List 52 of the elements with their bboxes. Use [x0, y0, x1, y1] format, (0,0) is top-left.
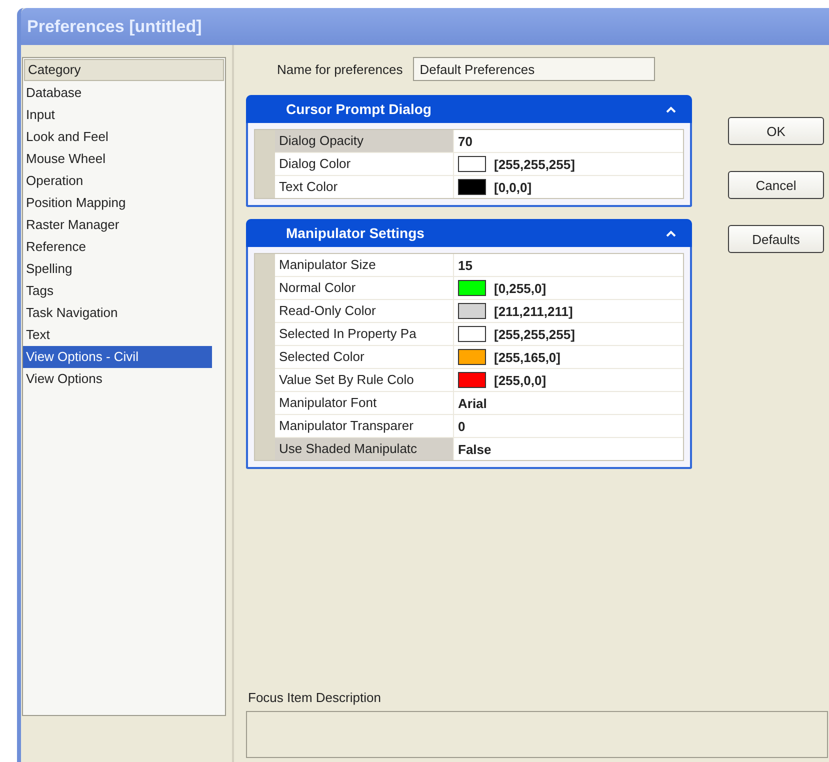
- property-label[interactable]: Value Set By Rule Colo: [275, 369, 454, 391]
- category-item[interactable]: Operation: [23, 170, 212, 192]
- caret-icon[interactable]: [666, 230, 676, 236]
- category-item[interactable]: Look and Feel: [23, 126, 212, 148]
- category-item[interactable]: Raster Manager: [23, 214, 212, 236]
- property-value: [0,255,0]: [494, 280, 546, 296]
- category-item[interactable]: Mouse Wheel: [23, 148, 212, 170]
- property-label[interactable]: Normal Color: [275, 277, 454, 299]
- property-label[interactable]: Text Color: [275, 176, 454, 198]
- category-item[interactable]: Spelling: [23, 258, 212, 280]
- category-item[interactable]: Reference: [23, 236, 212, 258]
- property-value: 0: [458, 418, 466, 434]
- description-label: Focus Item Description: [247, 690, 382, 705]
- property-label[interactable]: Dialog Color: [275, 153, 454, 175]
- name-label: Name for preferences: [277, 62, 403, 76]
- section-header[interactable]: Cursor Prompt Dialog: [246, 95, 692, 123]
- dialog-button[interactable]: Defaults: [728, 225, 824, 253]
- property-value: [255,165,0]: [494, 350, 560, 364]
- property-label[interactable]: Selected Color: [275, 346, 454, 368]
- window-title: Preferences [untitled]: [27, 16, 202, 36]
- property-value: Arial: [458, 396, 487, 410]
- section-title: Cursor Prompt Dialog: [286, 101, 432, 117]
- section-header[interactable]: Manipulator Settings: [246, 219, 692, 247]
- category-item[interactable]: Text: [23, 324, 212, 346]
- name-field[interactable]: Default Preferences: [412, 57, 655, 81]
- property-label[interactable]: Selected In Property Pa: [275, 323, 454, 345]
- property-value: 15: [458, 258, 472, 272]
- property-value: [255,0,0]: [494, 372, 546, 388]
- list-header: Category: [24, 59, 224, 81]
- category-item[interactable]: View Options - Civil: [23, 346, 212, 368]
- property-label[interactable]: Read-Only Color: [275, 300, 454, 322]
- caret-icon[interactable]: [666, 106, 676, 112]
- property-label[interactable]: Manipulator Size: [275, 254, 454, 276]
- property-label[interactable]: Manipulator Font: [275, 392, 454, 414]
- property-value: [0,0,0]: [494, 180, 532, 194]
- category-item[interactable]: Task Navigation: [23, 302, 212, 324]
- property-value: [255,255,255]: [494, 156, 575, 172]
- category-item[interactable]: Database: [23, 82, 212, 104]
- dialog-button[interactable]: OK: [728, 117, 824, 145]
- category-item[interactable]: Position Mapping: [23, 192, 212, 214]
- category-item[interactable]: View Options: [23, 368, 212, 390]
- property-value: 70: [458, 134, 472, 148]
- property-label[interactable]: Use Shaded Manipulatc: [275, 438, 454, 460]
- category-item[interactable]: Input: [23, 104, 212, 126]
- property-value: [255,255,255]: [494, 326, 575, 342]
- section-title: Manipulator Settings: [286, 225, 424, 241]
- category-item[interactable]: Tags: [23, 280, 212, 302]
- property-value: [211,211,211]: [494, 304, 573, 318]
- property-value: False: [458, 442, 492, 456]
- property-label[interactable]: Manipulator Transparer: [275, 415, 454, 437]
- dialog-button[interactable]: Cancel: [728, 171, 824, 199]
- property-label[interactable]: Dialog Opacity: [275, 130, 454, 152]
